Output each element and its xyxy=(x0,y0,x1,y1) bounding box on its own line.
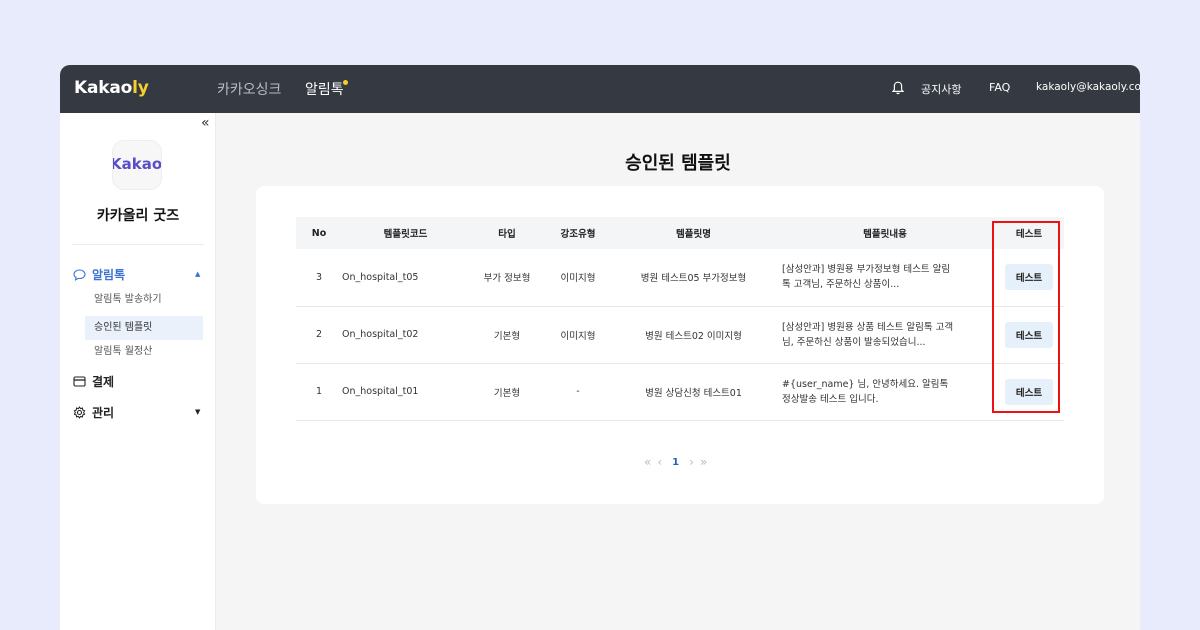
user-email[interactable]: kakaoly@kakaoly.com xyxy=(1036,81,1140,93)
col-header-content: 템플릿내용 xyxy=(863,229,907,240)
credit-card-icon xyxy=(73,376,86,387)
cell-type: 기본형 xyxy=(493,330,521,342)
last-page-icon[interactable]: » xyxy=(700,455,707,469)
template-content-text: #{user_name} 님, 안녕하세요. 알림톡 정상발송 테스트 입니다. xyxy=(782,378,949,405)
avatar-logo-text: Kakaoly xyxy=(112,155,162,173)
table-header-row: No 템플릿코드 타입 강조유형 템플릿명 템플릿내용 테스트 xyxy=(296,217,1064,249)
prev-page-icon[interactable]: ‹ xyxy=(657,455,662,469)
test-column-highlight xyxy=(992,221,1060,413)
nav-kakaosync[interactable]: 카카오싱크 xyxy=(217,79,281,99)
nav-alimtalk[interactable]: 알림톡 xyxy=(305,79,344,99)
logo-accent: ly xyxy=(132,78,149,98)
cell-content: [삼성안과] 병원용 상품 테스트 알림톡 고객님, 주문하신 상품이 발송되었… xyxy=(776,306,994,363)
gear-icon xyxy=(73,406,86,419)
sidebar-item-label: 결제 xyxy=(92,375,115,389)
logo-main: Kakao xyxy=(74,78,133,98)
cell-type: 기본형 xyxy=(493,387,521,399)
cell-no: 3 xyxy=(315,271,323,283)
page-number-current[interactable]: 1 xyxy=(672,457,679,468)
faq-link[interactable]: FAQ xyxy=(989,81,1010,94)
sidebar-item-label: 관리 xyxy=(92,406,115,420)
notice-link[interactable]: 공지사항 xyxy=(921,81,961,97)
bell-icon[interactable] xyxy=(892,81,904,95)
pagination: « ‹ 1 › » xyxy=(644,455,707,469)
first-page-icon[interactable]: « xyxy=(644,455,651,469)
cell-no: 2 xyxy=(315,329,323,340)
sidebar-item-payment[interactable]: 결제 xyxy=(73,373,114,390)
sidebar: « Kakaoly 카카올리 굿즈 알림톡 ▲ 알림톡 발송하기 승인된 템플릿… xyxy=(60,113,216,630)
cell-content: #{user_name} 님, 안녕하세요. 알림톡 정상발송 테스트 입니다. xyxy=(776,363,994,420)
cell-content: [삼성안과] 병원용 부가정보형 테스트 알림톡 고객님, 주문하신 상품이..… xyxy=(776,249,994,306)
table-row: 2 On_hospital_t02 기본형 이미지형 병원 테스트02 이미지형… xyxy=(296,306,1064,363)
app-window: Kakaoly 카카오싱크 알림톡 공지사항 FAQ kakaoly@kakao… xyxy=(60,65,1140,630)
cell-code: On_hospital_t02 xyxy=(342,329,419,340)
template-content-text: [삼성안과] 병원용 상품 테스트 알림톡 고객님, 주문하신 상품이 발송되었… xyxy=(782,321,954,348)
new-indicator-dot xyxy=(343,80,348,85)
cell-name: 병원 테스트05 부가정보형 xyxy=(640,273,747,285)
col-header-name: 템플릿명 xyxy=(676,229,711,240)
cell-code: On_hospital_t05 xyxy=(342,271,419,283)
sidebar-item-alimtalk[interactable]: 알림톡 xyxy=(73,266,125,283)
cell-no: 1 xyxy=(315,386,323,397)
next-page-icon[interactable]: › xyxy=(689,455,694,469)
col-header-emphasis: 강조유형 xyxy=(560,229,596,240)
store-name: 카카올리 굿즈 xyxy=(96,208,180,224)
page-title: 승인된 템플릿 xyxy=(625,153,731,174)
col-header-code: 템플릿코드 xyxy=(383,229,428,240)
cell-emphasis: 이미지형 xyxy=(560,273,596,285)
col-header-type: 타입 xyxy=(498,229,516,240)
cell-type: 부가 정보형 xyxy=(483,273,531,285)
cell-name: 병원 테스트02 이미지형 xyxy=(645,330,742,342)
top-navbar: Kakaoly 카카오싱크 알림톡 공지사항 FAQ kakaoly@kakao… xyxy=(60,65,1140,113)
table-row: 1 On_hospital_t01 기본형 - 병원 상담신청 테스트01 #{… xyxy=(296,363,1064,420)
cell-emphasis: - xyxy=(576,386,580,397)
cell-name: 병원 상담신청 테스트01 xyxy=(645,387,742,399)
chat-bubble-icon xyxy=(73,268,86,281)
cell-emphasis: 이미지형 xyxy=(560,330,596,342)
logo[interactable]: Kakaoly xyxy=(74,78,149,98)
table-row: 3 On_hospital_t05 부가 정보형 이미지형 병원 테스트05 부… xyxy=(296,249,1064,306)
cell-code: On_hospital_t01 xyxy=(342,386,419,397)
sidebar-item-management[interactable]: 관리 xyxy=(73,404,114,421)
template-table: No 템플릿코드 타입 강조유형 템플릿명 템플릿내용 테스트 3 On_hos… xyxy=(296,217,1064,421)
sidebar-divider xyxy=(72,244,204,245)
chevron-up-icon[interactable]: ▲ xyxy=(195,270,200,278)
sidebar-subitem-monthly-settlement[interactable]: 알림톡 월정산 xyxy=(85,340,203,364)
col-header-no: No xyxy=(311,227,327,239)
sidebar-subitem-send[interactable]: 알림톡 발송하기 xyxy=(85,288,203,312)
sidebar-subitem-approved-templates[interactable]: 승인된 템플릿 xyxy=(85,316,203,340)
collapse-sidebar-icon[interactable]: « xyxy=(201,115,210,131)
chevron-down-icon[interactable]: ▼ xyxy=(195,408,200,416)
sidebar-item-label: 알림톡 xyxy=(92,268,126,282)
template-content-text: [삼성안과] 병원용 부가정보형 테스트 알림톡 고객님, 주문하신 상품이..… xyxy=(782,264,951,291)
store-avatar: Kakaoly xyxy=(112,140,162,190)
